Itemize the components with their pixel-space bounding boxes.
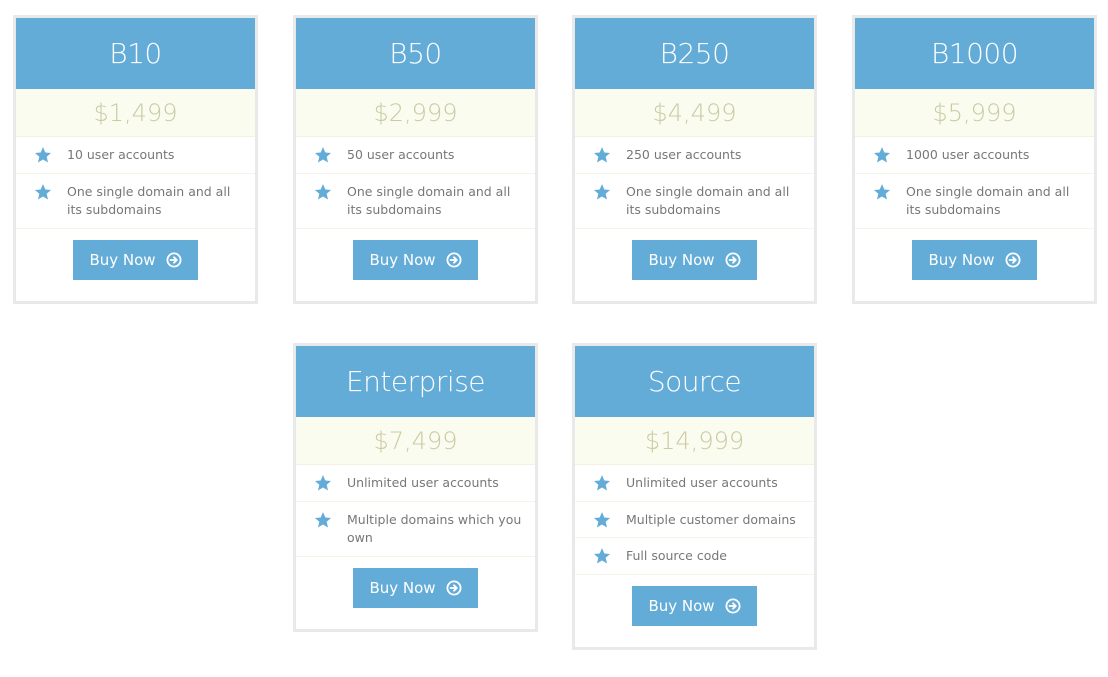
star-icon — [593, 511, 611, 529]
feature-text: 50 user accounts — [347, 147, 455, 162]
feature-text: Multiple domains which you own — [347, 511, 522, 546]
circle-arrow-right-icon — [166, 252, 182, 268]
buy-now-button[interactable]: Buy Now — [353, 567, 478, 608]
feature-item: Full source code — [575, 538, 814, 575]
feature-text: One single domain and all its subdomains — [347, 183, 511, 218]
button-container: Buy Now — [575, 229, 814, 301]
feature-text: One single domain and all its subdomains — [67, 183, 231, 218]
star-icon — [593, 474, 611, 492]
circle-arrow-right-icon — [446, 252, 462, 268]
button-label: Buy Now — [89, 250, 156, 269]
feature-text: Multiple customer domains — [626, 511, 796, 527]
buy-now-button[interactable]: Buy Now — [632, 239, 757, 280]
circle-arrow-right-icon — [446, 580, 462, 596]
plan-name: Source — [575, 346, 814, 417]
circle-arrow-right-icon — [1005, 252, 1021, 268]
buy-now-button[interactable]: Buy Now — [632, 585, 757, 626]
star-icon — [593, 183, 611, 201]
plan-price: $2,999 — [296, 89, 535, 137]
plan-price: $14,999 — [575, 417, 814, 465]
feature-text: 250 user accounts — [626, 147, 742, 162]
star-icon — [314, 474, 332, 492]
feature-text: One single domain and all its subdomains — [626, 183, 790, 218]
plan-name: B250 — [575, 18, 814, 89]
feature-item: 50 user accounts — [296, 137, 535, 174]
feature-item: One single domain and all its subdomains — [575, 174, 814, 229]
feature-text: Full source code — [626, 548, 727, 563]
button-label: Buy Now — [369, 250, 436, 269]
feature-item: 250 user accounts — [575, 137, 814, 174]
button-container: Buy Now — [296, 557, 535, 629]
feature-text: One single domain and all its subdomains — [906, 183, 1070, 218]
plan-name: Enterprise — [296, 346, 535, 417]
feature-item: 1000 user accounts — [855, 137, 1094, 174]
buy-now-button[interactable]: Buy Now — [73, 239, 198, 280]
button-label: Buy Now — [928, 250, 995, 269]
star-icon — [873, 183, 891, 201]
star-icon — [314, 183, 332, 201]
pricing-card-enterprise: Enterprise $7,499 Unlimited user account… — [293, 343, 538, 632]
button-container: Buy Now — [855, 229, 1094, 301]
feature-text: Unlimited user accounts — [347, 475, 499, 490]
star-icon — [314, 511, 332, 529]
feature-item: One single domain and all its subdomains — [16, 174, 255, 229]
buy-now-button[interactable]: Buy Now — [353, 239, 478, 280]
pricing-card-source: Source $14,999 Unlimited user accounts M… — [572, 343, 817, 650]
star-icon — [593, 547, 611, 565]
button-container: Buy Now — [296, 229, 535, 301]
feature-text: 10 user accounts — [67, 147, 175, 162]
feature-item: One single domain and all its subdomains — [296, 174, 535, 229]
pricing-card-b1000: B1000 $5,999 1000 user accounts One sing… — [852, 15, 1097, 304]
button-container: Buy Now — [16, 229, 255, 301]
feature-item: Unlimited user accounts — [296, 465, 535, 502]
feature-text: 1000 user accounts — [906, 147, 1030, 162]
plan-price: $4,499 — [575, 89, 814, 137]
buy-now-button[interactable]: Buy Now — [912, 239, 1037, 280]
pricing-card-b50: B50 $2,999 50 user accounts One single d… — [293, 15, 538, 304]
plan-price: $5,999 — [855, 89, 1094, 137]
plan-name: B50 — [296, 18, 535, 89]
button-label: Buy Now — [648, 250, 715, 269]
star-icon — [34, 183, 52, 201]
star-icon — [34, 146, 52, 164]
plan-price: $7,499 — [296, 417, 535, 465]
feature-item: One single domain and all its subdomains — [855, 174, 1094, 229]
plan-name: B1000 — [855, 18, 1094, 89]
feature-item: 10 user accounts — [16, 137, 255, 174]
feature-item: Multiple customer domains — [575, 502, 814, 538]
feature-item: Multiple domains which you own — [296, 502, 535, 557]
pricing-card-b10: B10 $1,499 10 user accounts One single d… — [13, 15, 258, 304]
star-icon — [593, 146, 611, 164]
star-icon — [314, 146, 332, 164]
feature-text: Unlimited user accounts — [626, 475, 778, 490]
circle-arrow-right-icon — [725, 252, 741, 268]
button-container: Buy Now — [575, 575, 814, 647]
plan-name: B10 — [16, 18, 255, 89]
star-icon — [873, 146, 891, 164]
plan-price: $1,499 — [16, 89, 255, 137]
circle-arrow-right-icon — [725, 598, 741, 614]
button-label: Buy Now — [369, 578, 436, 597]
button-label: Buy Now — [648, 596, 715, 615]
pricing-card-b250: B250 $4,499 250 user accounts One single… — [572, 15, 817, 304]
feature-item: Unlimited user accounts — [575, 465, 814, 502]
